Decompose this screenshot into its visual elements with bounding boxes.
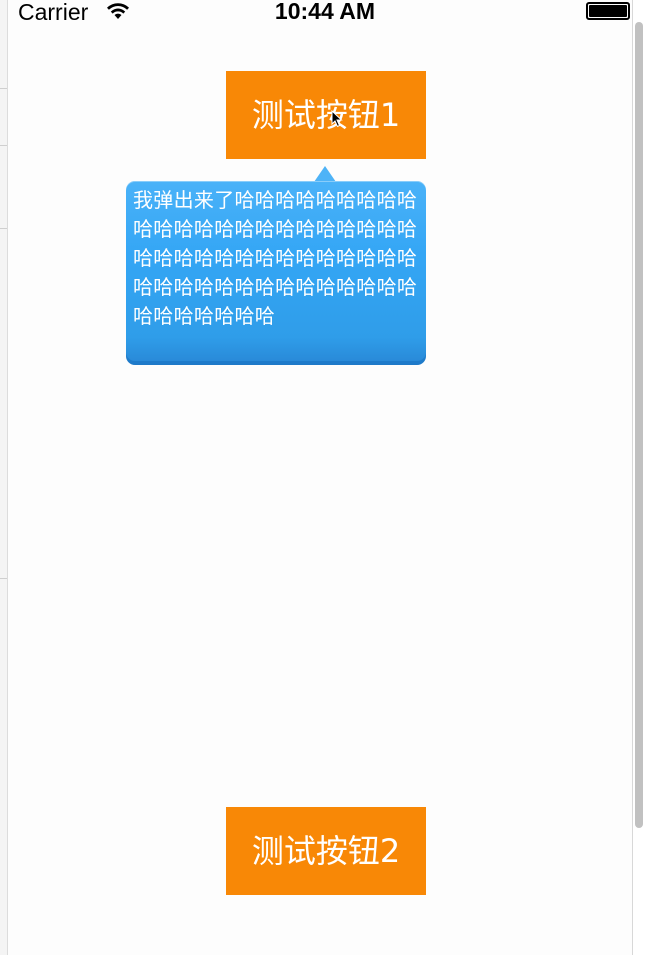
battery-icon [586, 2, 630, 20]
background-divider [0, 578, 7, 579]
test-button-1[interactable]: 测试按钮1 [226, 71, 426, 159]
test-button-2[interactable]: 测试按钮2 [226, 807, 426, 895]
popover-bubble: 我弹出来了哈哈哈哈哈哈哈哈哈哈哈哈哈哈哈哈哈哈哈哈哈哈哈哈哈哈哈哈哈哈哈哈哈哈哈… [126, 181, 426, 365]
mouse-cursor-icon [331, 110, 343, 128]
background-divider [0, 228, 7, 229]
popover-text: 我弹出来了哈哈哈哈哈哈哈哈哈哈哈哈哈哈哈哈哈哈哈哈哈哈哈哈哈哈哈哈哈哈哈哈哈哈哈… [133, 188, 418, 328]
background-divider [0, 145, 7, 146]
status-time: 10:44 AM [274, 0, 376, 24]
status-bar: Carrier 10:44 AM [0, 0, 632, 26]
popover-arrow [314, 166, 336, 182]
battery-level [589, 5, 627, 17]
background-divider [0, 88, 7, 89]
scrollbar-thumb[interactable] [635, 22, 643, 828]
background-window-strip [0, 0, 8, 955]
simulator-screen: Carrier 10:44 AM 测试按钮1 我弹出来了哈哈哈哈哈哈哈哈哈哈哈哈… [0, 0, 657, 955]
